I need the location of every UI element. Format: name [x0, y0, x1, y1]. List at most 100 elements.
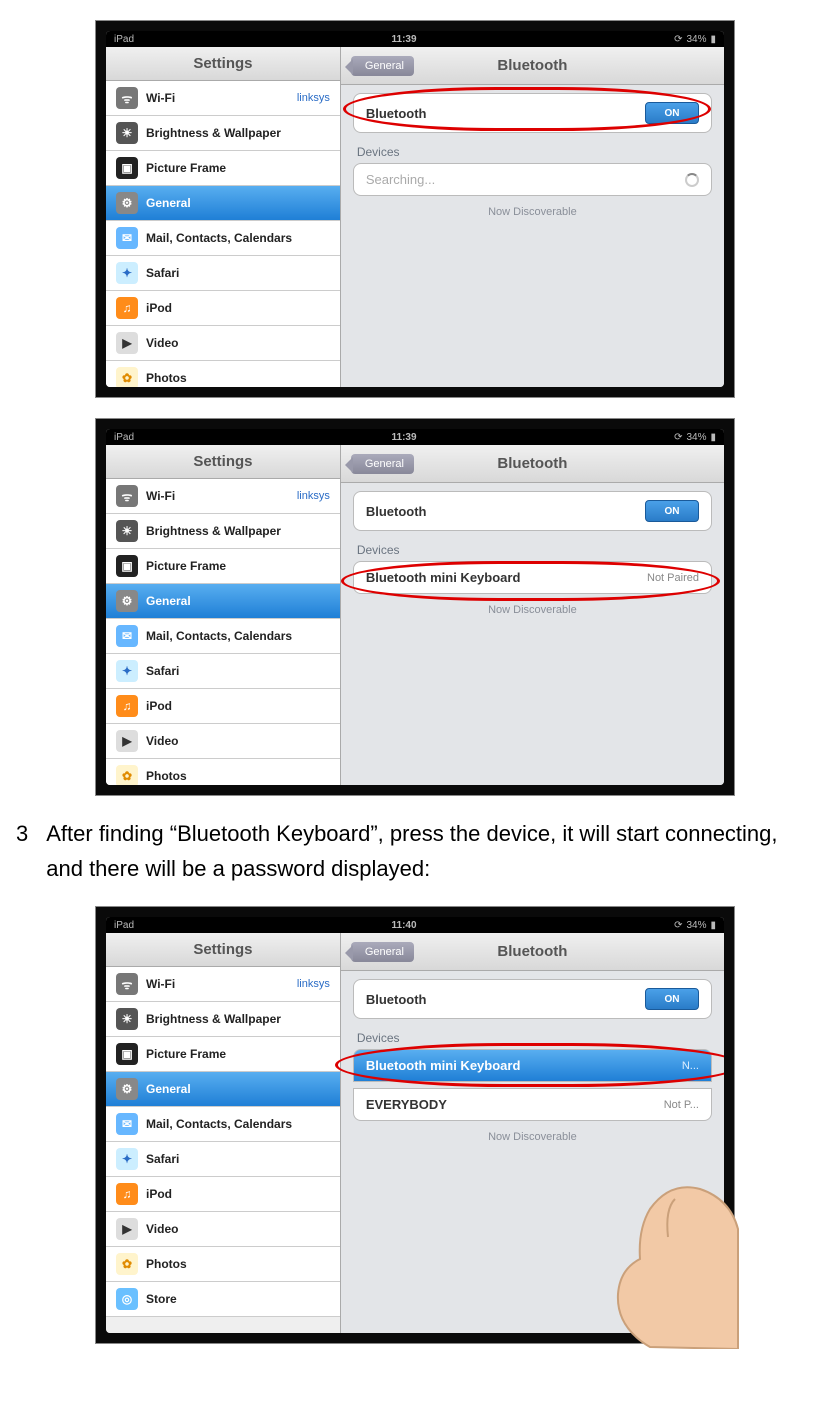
- sidebar-item-video[interactable]: ▶ Video: [106, 724, 340, 759]
- screenshot-3: iPad 11:40 ⟳34%▮ Settings ᯤWi-Filinksys …: [95, 906, 735, 1344]
- wifi-icon: ᯤ: [116, 973, 138, 995]
- battery-icon: ▮: [710, 920, 716, 931]
- sidebar-item-picture-frame[interactable]: ▣Picture Frame: [106, 1037, 340, 1072]
- sidebar-item-label: Video: [146, 734, 178, 748]
- status-bar: iPad 11:39 ⟳34%▮: [106, 31, 724, 47]
- sidebar-item-label: Photos: [146, 371, 187, 385]
- video-icon: ▶: [116, 1218, 138, 1240]
- devices-section-label: Devices: [353, 139, 712, 163]
- lock-icon: ⟳: [674, 920, 682, 931]
- sidebar-item-mail[interactable]: ✉Mail, Contacts, Calendars: [106, 221, 340, 256]
- status-time: 11:39: [392, 432, 417, 443]
- toggle-on[interactable]: ON: [645, 988, 699, 1010]
- sidebar-item-photos[interactable]: ✿Photos: [106, 759, 340, 785]
- ipad-frame: iPad 11:39 ⟳34%▮ Settings ᯤ Wi-Fi linksys …: [106, 429, 724, 785]
- sidebar-item-label: General: [146, 196, 191, 210]
- sidebar-item-mail[interactable]: ✉Mail, Contacts, Calendars: [106, 619, 340, 654]
- sidebar-item-label: Picture Frame: [146, 559, 226, 573]
- sidebar-item-safari[interactable]: ✦Safari: [106, 256, 340, 291]
- sidebar-item-label: Photos: [146, 1257, 187, 1271]
- sidebar-item-safari[interactable]: ✦Safari: [106, 1142, 340, 1177]
- wifi-network-name: linksys: [297, 92, 330, 104]
- video-icon: ▶: [116, 332, 138, 354]
- toggle-on[interactable]: ON: [645, 500, 699, 522]
- bluetooth-toggle-row[interactable]: Bluetooth ON: [353, 93, 712, 133]
- sidebar-item-label: Brightness & Wallpaper: [146, 126, 281, 140]
- wifi-network-name: linksys: [297, 490, 330, 502]
- bluetooth-label: Bluetooth: [366, 504, 427, 519]
- settings-sidebar: Settings ᯤ Wi-Fi linksys ☀Brightness & Wal…: [106, 47, 341, 387]
- back-button[interactable]: General: [351, 942, 414, 962]
- photos-icon: ✿: [116, 367, 138, 387]
- status-bar: iPad 11:39 ⟳34%▮: [106, 429, 724, 445]
- sidebar-item-picture-frame[interactable]: ▣Picture Frame: [106, 151, 340, 186]
- battery-icon: ▮: [710, 432, 716, 443]
- safari-icon: ✦: [116, 262, 138, 284]
- sidebar-item-ipod[interactable]: ♫iPod: [106, 1177, 340, 1212]
- device-row-everybody[interactable]: EVERYBODY Not P...: [353, 1088, 712, 1121]
- wifi-icon: ᯤ: [116, 485, 138, 507]
- step-number: 3: [16, 816, 28, 886]
- main-panel: General Bluetooth Bluetooth ON Devices B…: [341, 445, 724, 785]
- sidebar-item-photos[interactable]: ✿ Photos: [106, 1247, 340, 1282]
- finger-tap-illustration: [580, 1159, 740, 1349]
- picture-frame-icon: ▣: [116, 1043, 138, 1065]
- brightness-icon: ☀: [116, 520, 138, 542]
- sidebar-item-label: Wi-Fi: [146, 91, 175, 105]
- sidebar-item-photos[interactable]: ✿ Photos: [106, 361, 340, 387]
- sidebar-item-video[interactable]: ▶Video: [106, 326, 340, 361]
- device-status: Not Paired: [647, 572, 699, 584]
- back-button[interactable]: General: [351, 56, 414, 76]
- photos-icon: ✿: [116, 765, 138, 785]
- sidebar-item-wifi[interactable]: ᯤ Wi-Fi linksys: [106, 81, 340, 116]
- device-row-keyboard[interactable]: Bluetooth mini Keyboard N...: [353, 1049, 712, 1082]
- video-icon: ▶: [116, 730, 138, 752]
- sidebar-item-general[interactable]: ⚙General: [106, 186, 340, 221]
- main-header: General Bluetooth: [341, 933, 724, 971]
- sidebar-item-brightness[interactable]: ☀Brightness & Wallpaper: [106, 116, 340, 151]
- bluetooth-toggle-row[interactable]: Bluetooth ON: [353, 491, 712, 531]
- sidebar-item-video[interactable]: ▶Video: [106, 1212, 340, 1247]
- sidebar-item-label: iPod: [146, 699, 172, 713]
- sidebar-item-brightness[interactable]: ☀Brightness & Wallpaper: [106, 1002, 340, 1037]
- sidebar-item-label: Mail, Contacts, Calendars: [146, 629, 292, 643]
- main-header: General Bluetooth: [341, 47, 724, 85]
- searching-row: Searching...: [353, 163, 712, 196]
- sidebar-item-safari[interactable]: ✦ Safari: [106, 654, 340, 689]
- sidebar-title: Settings: [106, 445, 340, 479]
- battery-pct: 34%: [686, 34, 706, 45]
- discoverable-text: Now Discoverable: [353, 202, 712, 226]
- sidebar-item-wifi[interactable]: ᯤWi-Filinksys: [106, 967, 340, 1002]
- sidebar-item-ipod[interactable]: ♫iPod: [106, 291, 340, 326]
- sidebar-item-store[interactable]: ◎Store: [106, 1282, 340, 1317]
- sidebar-item-mail[interactable]: ✉Mail, Contacts, Calendars: [106, 1107, 340, 1142]
- battery-icon: ▮: [710, 34, 716, 45]
- sidebar-item-label: Wi-Fi: [146, 489, 175, 503]
- sidebar-item-picture-frame[interactable]: ▣ Picture Frame: [106, 549, 340, 584]
- sidebar-title: Settings: [106, 47, 340, 81]
- ipod-icon: ♫: [116, 695, 138, 717]
- sidebar-item-brightness[interactable]: ☀Brightness & Wallpaper: [106, 514, 340, 549]
- sidebar-item-label: Safari: [146, 664, 179, 678]
- bluetooth-label: Bluetooth: [366, 992, 427, 1007]
- device-status: N...: [682, 1060, 699, 1072]
- main-panel: General Bluetooth Bluetooth ON Devices S…: [341, 47, 724, 387]
- device-row-keyboard[interactable]: Bluetooth mini Keyboard Not Paired: [353, 561, 712, 594]
- sidebar-item-label: iPod: [146, 301, 172, 315]
- bluetooth-toggle-row[interactable]: Bluetooth ON: [353, 979, 712, 1019]
- safari-icon: ✦: [116, 660, 138, 682]
- picture-frame-icon: ▣: [116, 555, 138, 577]
- sidebar-item-general[interactable]: ⚙General: [106, 584, 340, 619]
- sidebar-item-wifi[interactable]: ᯤ Wi-Fi linksys: [106, 479, 340, 514]
- step-text: After finding “Bluetooth Keyboard”, pres…: [46, 816, 814, 886]
- settings-sidebar: Settings ᯤ Wi-Fi linksys ☀Brightness & Wal…: [106, 445, 341, 785]
- lock-icon: ⟳: [674, 432, 682, 443]
- device-label: iPad: [114, 34, 134, 45]
- photos-icon: ✿: [116, 1253, 138, 1275]
- toggle-on[interactable]: ON: [645, 102, 699, 124]
- sidebar-item-general[interactable]: ⚙General: [106, 1072, 340, 1107]
- wifi-icon: ᯤ: [116, 87, 138, 109]
- device-status: Not P...: [664, 1099, 699, 1111]
- sidebar-item-ipod[interactable]: ♫ iPod: [106, 689, 340, 724]
- back-button[interactable]: General: [351, 454, 414, 474]
